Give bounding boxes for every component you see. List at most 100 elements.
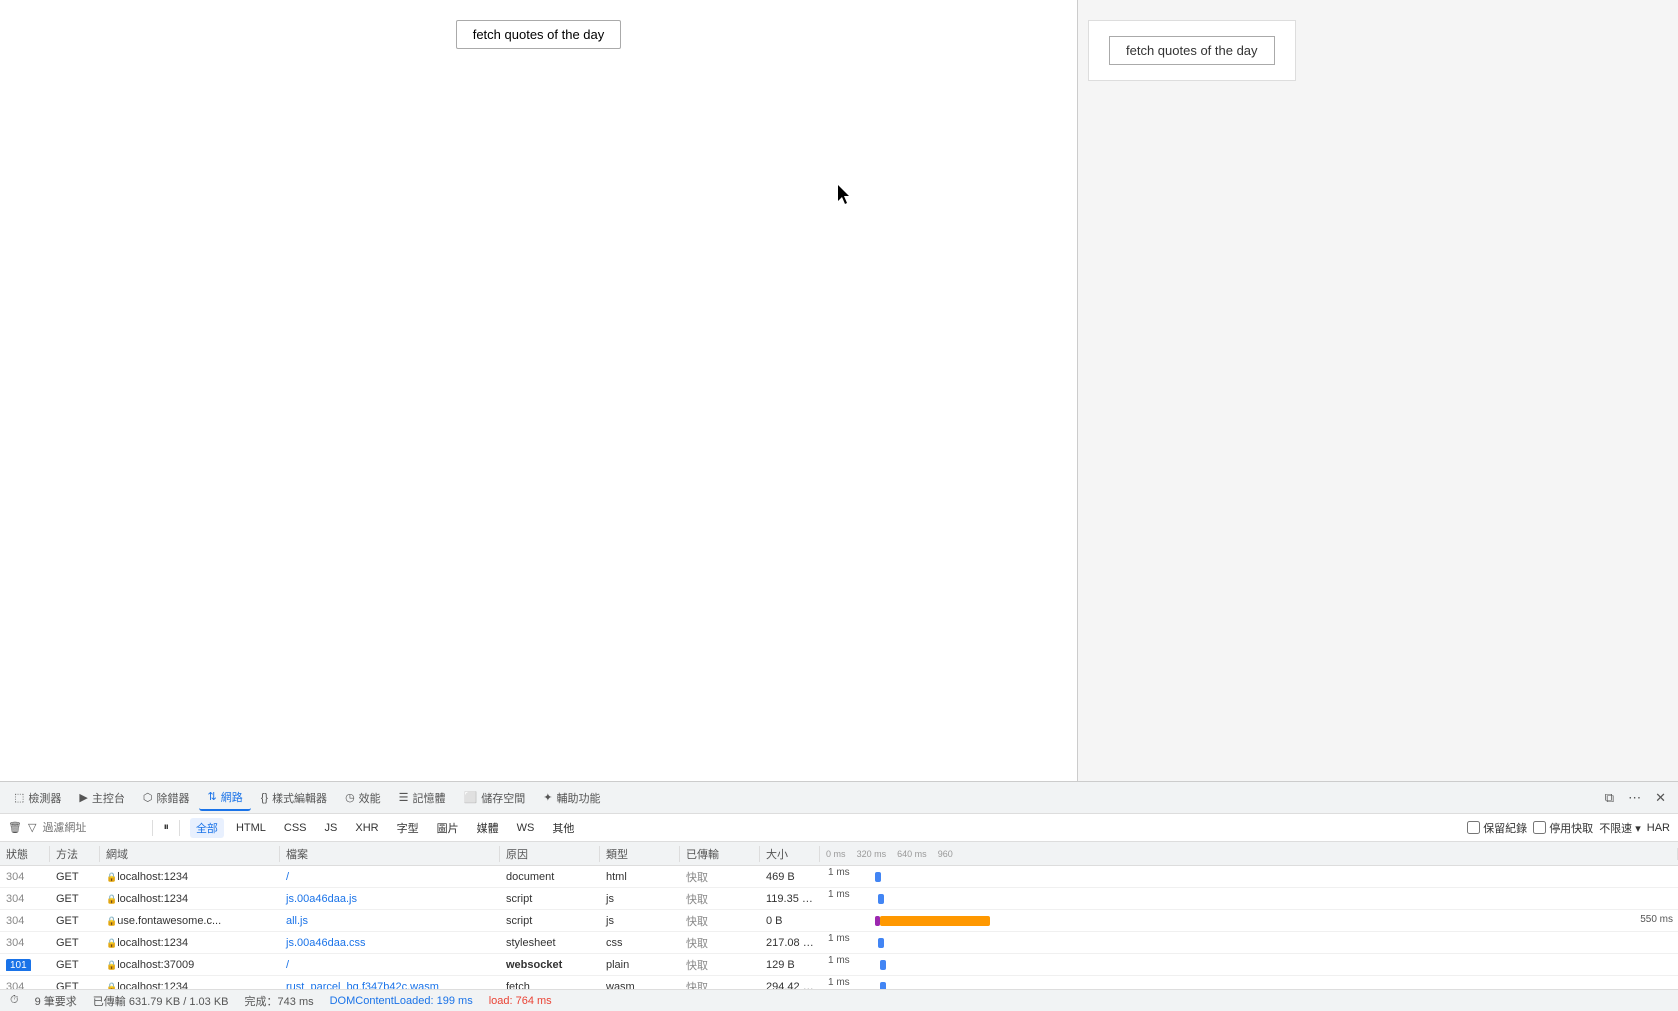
filter-xhr[interactable]: XHR: [349, 820, 384, 836]
clear-log-button[interactable]: 🗑: [8, 821, 22, 834]
tab-debugger[interactable]: ⬡ 除錯器: [135, 786, 198, 810]
cell-size: 469 B: [760, 871, 820, 883]
table-row[interactable]: 101 GET 🔒localhost:37009 / websocket pla…: [0, 954, 1678, 976]
cell-domain: 🔒use.fontawesome.c...: [100, 915, 280, 927]
filter-css[interactable]: CSS: [278, 820, 313, 836]
cell-file: js.00a46daa.css: [280, 937, 500, 949]
close-devtools-button[interactable]: ✕: [1649, 787, 1672, 809]
col-transferred[interactable]: 已傳輸: [680, 846, 760, 862]
filter-ws[interactable]: WS: [511, 820, 541, 836]
filter-html[interactable]: HTML: [230, 820, 272, 836]
cell-file: /: [280, 871, 500, 883]
tab-debugger-label: 除錯器: [156, 790, 189, 806]
dock-button[interactable]: ⧉: [1599, 787, 1620, 809]
col-file[interactable]: 檔案: [280, 846, 500, 862]
left-panel: fetch quotes of the day: [0, 0, 1078, 781]
cell-size: 129 B: [760, 959, 820, 971]
tab-accessibility[interactable]: ✦ 輔助功能: [535, 786, 608, 810]
table-row[interactable]: 304 GET 🔒use.fontawesome.c... all.js scr…: [0, 910, 1678, 932]
tab-network[interactable]: ⇅ 網路: [199, 785, 250, 811]
memory-icon: ☰: [399, 791, 409, 804]
app-content: fetch quotes of the day: [0, 0, 1077, 781]
cell-type: wasm: [600, 981, 680, 989]
filter-other[interactable]: 其他: [546, 818, 580, 838]
tab-inspect[interactable]: ⬚ 檢測器: [6, 786, 69, 810]
cell-waterfall: 550 ms: [820, 910, 1678, 932]
cell-domain: 🔒localhost:37009: [100, 959, 280, 971]
throttle-dropdown[interactable]: 不限速 ▾: [1599, 820, 1641, 836]
col-method[interactable]: 方法: [50, 846, 100, 862]
tab-memory-label: 記憶體: [413, 790, 446, 806]
filter-separator-2: [179, 820, 180, 836]
inspect-icon: ⬚: [14, 791, 24, 804]
pause-button[interactable]: ⏸: [163, 821, 169, 834]
disable-cache-checkbox[interactable]: [1533, 821, 1546, 834]
cell-initiator: websocket: [500, 959, 600, 971]
preserve-log-checkbox-label[interactable]: 保留紀錄: [1467, 820, 1527, 836]
cell-method: GET: [50, 871, 100, 883]
cursor: [838, 185, 852, 208]
col-size[interactable]: 大小: [760, 846, 820, 862]
cell-type: js: [600, 893, 680, 905]
transferred-size: 已傳輸 631.79 KB / 1.03 KB: [93, 993, 229, 1009]
finish-time: 完成：743 ms: [245, 993, 314, 1009]
cell-method: GET: [50, 959, 100, 971]
devtools-toolbar: ⬚ 檢測器 ▶ 主控台 ⬡ 除錯器 ⇅ 網路 {} 樣式編輯器 ◷ 效能: [0, 782, 1678, 814]
cell-method: GET: [50, 893, 100, 905]
cell-method: GET: [50, 937, 100, 949]
preserve-log-checkbox[interactable]: [1467, 821, 1480, 834]
tab-network-label: 網路: [221, 789, 243, 805]
url-filter-input[interactable]: [42, 822, 142, 834]
preserve-log-label: 保留紀錄: [1483, 820, 1527, 836]
filter-all[interactable]: 全部: [190, 818, 224, 838]
debugger-icon: ⬡: [143, 791, 153, 804]
fetch-quotes-button[interactable]: fetch quotes of the day: [456, 20, 622, 49]
cell-transferred: 快取: [680, 979, 760, 989]
cell-size: 217.08 KB: [760, 937, 820, 949]
network-table: 狀態 方法 網域 檔案 原因 類型 已傳輸 大小 0 ms 320 ms 640…: [0, 842, 1678, 989]
more-options-button[interactable]: ⋯: [1622, 787, 1647, 809]
tab-performance-label: 效能: [359, 790, 381, 806]
table-row[interactable]: 304 GET 🔒localhost:1234 rust_parcel_bg.f…: [0, 976, 1678, 989]
network-status-bar: ⏱ 9 筆要求 已傳輸 631.79 KB / 1.03 KB 完成：743 m…: [0, 989, 1678, 1011]
cell-domain: 🔒localhost:1234: [100, 981, 280, 989]
col-status[interactable]: 狀態: [0, 846, 50, 862]
col-initiator[interactable]: 原因: [500, 846, 600, 862]
tab-performance[interactable]: ◷ 效能: [337, 786, 389, 810]
filter-icon: ▽: [28, 821, 36, 834]
performance-icon: ◷: [345, 791, 355, 804]
cell-file: all.js: [280, 915, 500, 927]
filter-font[interactable]: 字型: [391, 818, 425, 838]
requests-count: 9 筆要求: [35, 993, 77, 1009]
cell-type: css: [600, 937, 680, 949]
style-editor-icon: {}: [261, 792, 268, 804]
cell-transferred: 快取: [680, 891, 760, 907]
cell-method: GET: [50, 981, 100, 989]
cell-transferred: 快取: [680, 913, 760, 929]
tab-storage[interactable]: ⬜ 儲存空間: [456, 786, 534, 810]
table-row[interactable]: 304 GET 🔒localhost:1234 / document html …: [0, 866, 1678, 888]
right-inner-card: fetch quotes of the day: [1088, 20, 1296, 81]
cell-method: GET: [50, 915, 100, 927]
tab-style-editor[interactable]: {} 樣式編輯器: [253, 786, 335, 810]
disable-cache-checkbox-label[interactable]: 停用快取: [1533, 820, 1593, 836]
col-domain[interactable]: 網域: [100, 846, 280, 862]
tab-console[interactable]: ▶ 主控台: [71, 786, 132, 810]
top-area: fetch quotes of the day fetch quotes of …: [0, 0, 1678, 781]
cell-transferred: 快取: [680, 869, 760, 885]
tab-memory[interactable]: ☰ 記憶體: [391, 786, 454, 810]
filter-media[interactable]: 媒體: [471, 818, 505, 838]
col-type[interactable]: 類型: [600, 846, 680, 862]
table-row[interactable]: 304 GET 🔒localhost:1234 js.00a46daa.css …: [0, 932, 1678, 954]
status-clock-icon: ⏱: [10, 994, 19, 1007]
filter-js[interactable]: JS: [319, 820, 344, 836]
button-area: fetch quotes of the day: [10, 10, 1067, 49]
cell-status: 304: [0, 981, 50, 989]
load-time[interactable]: load: 764 ms: [489, 995, 552, 1007]
table-row[interactable]: 304 GET 🔒localhost:1234 js.00a46daa.js s…: [0, 888, 1678, 910]
har-label[interactable]: HAR: [1647, 822, 1670, 834]
dom-content-loaded[interactable]: DOMContentLoaded: 199 ms: [330, 995, 473, 1007]
right-fetch-button-display: fetch quotes of the day: [1109, 36, 1275, 65]
filter-image[interactable]: 圖片: [431, 818, 465, 838]
col-waterfall[interactable]: 0 ms 320 ms 640 ms 960: [820, 848, 1678, 860]
